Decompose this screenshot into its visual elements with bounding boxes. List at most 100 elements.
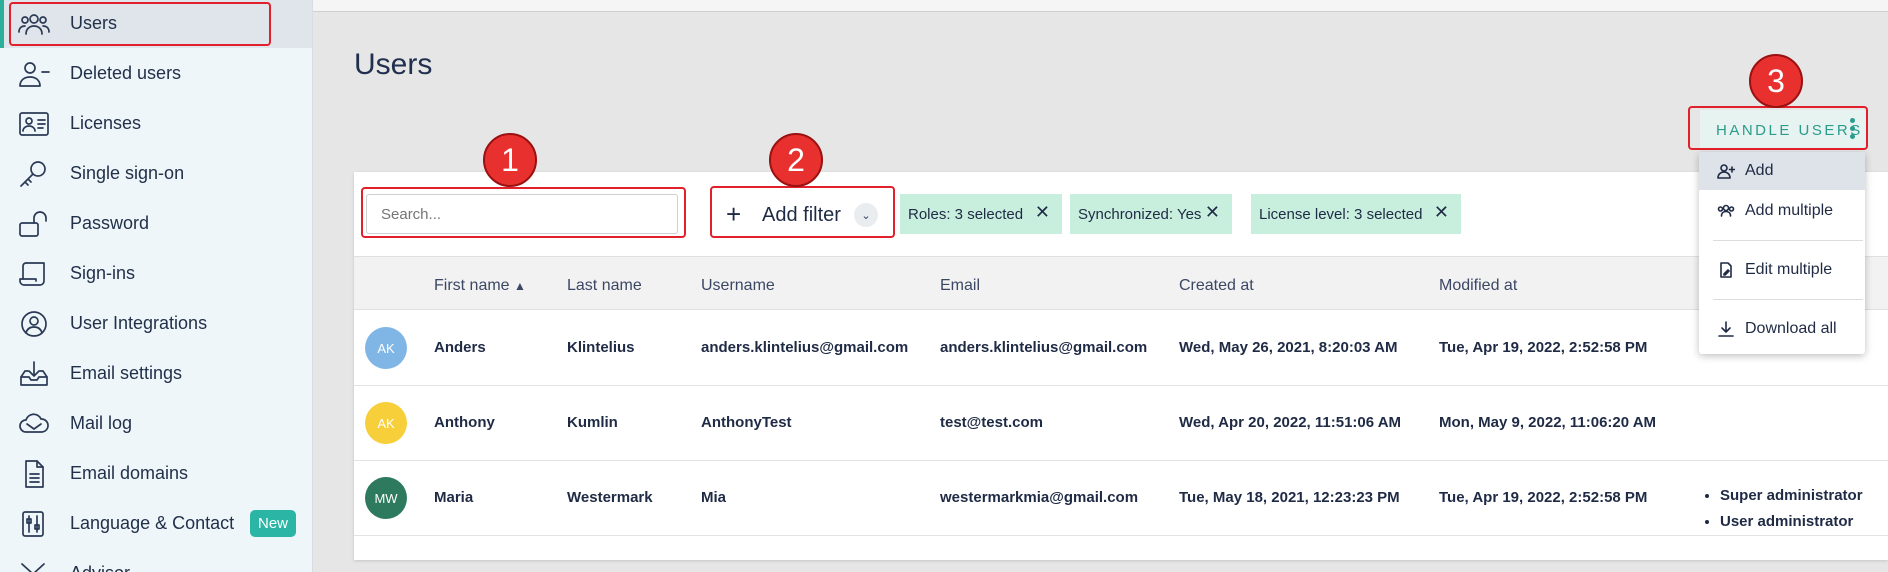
new-badge: New [250,510,297,537]
menu-item-label: Add multiple [1745,202,1834,219]
sidebar-item-advisor[interactable]: Advisor [0,550,312,572]
cell-last-name: Westermark [567,489,653,506]
download-icon [1717,321,1735,337]
filter-chip-label: Synchronized: Yes [1078,205,1202,223]
column-header-email[interactable]: Email [940,277,980,295]
sidebar-item-label: User Integrations [70,313,208,333]
menu-item-add[interactable]: Add [1699,152,1865,190]
cell-email: anders.klintelius@gmail.com [940,339,1148,356]
sidebar-item-label: Deleted users [70,63,182,83]
cell-username: AnthonyTest [701,414,792,431]
sort-ascending-icon: ▲ [514,279,526,293]
menu-item-label: Edit multiple [1745,261,1833,278]
filter-chip-roles[interactable]: Roles: 3 selected ✕ [900,194,1062,234]
sidebar-item-label: Password [70,213,150,233]
avatar: AK [365,402,407,444]
top-bar [313,0,1888,12]
cell-username: anders.klintelius@gmail.com [701,339,909,356]
key-icon [18,160,50,188]
sidebar-item-label: Advisor [70,563,130,572]
role-item: Super administrator [1720,487,1863,504]
scroll-icon [18,260,50,288]
cell-first-name: Anthony [434,414,495,431]
handle-users-menu: Add Add multiple Edit multiple Download … [1699,152,1865,354]
cell-modified-at: Mon, May 9, 2022, 11:06:20 AM [1439,414,1657,431]
menu-item-label: Download all [1745,320,1837,337]
page-title: Users [354,48,433,81]
menu-item-add-multiple[interactable]: Add multiple [1699,192,1865,230]
inbox-download-icon [18,360,50,388]
cell-created-at: Wed, Apr 20, 2022, 11:51:06 AM [1179,414,1402,431]
cell-last-name: Kumlin [567,414,618,431]
column-header-last-name[interactable]: Last name [567,277,642,295]
sidebar-item-label: Mail log [70,413,133,433]
sidebar-item-email-settings[interactable]: Email settings [0,350,312,398]
sidebar-item-password[interactable]: Password [0,200,312,248]
sidebar-item-language-contact[interactable]: Language & Contact New [0,500,312,548]
cell-last-name: Klintelius [567,339,635,356]
sidebar-item-label: Sign-ins [70,263,136,283]
column-header-first-name[interactable]: First name ▲ [434,277,526,295]
column-header-created-at[interactable]: Created at [1179,277,1254,295]
table-row[interactable]: MW Maria Westermark Mia westermarkmia@gm… [354,461,1888,536]
cell-modified-at: Tue, Apr 19, 2022, 2:52:58 PM [1439,339,1648,356]
table-header: First name ▲ Last name Username Email Cr… [354,256,1888,310]
document-icon [18,460,50,488]
user-circle-icon [18,310,50,338]
cell-email: westermarkmia@gmail.com [940,489,1139,506]
sidebar-item-deleted-users[interactable]: Deleted users [0,50,312,98]
annotation-box-users [9,2,271,46]
cell-created-at: Wed, May 26, 2021, 8:20:03 AM [1179,339,1398,356]
column-header-username[interactable]: Username [701,277,775,295]
filter-chip-label: License level: 3 selected [1259,205,1423,223]
annotation-box-add-filter [710,186,895,238]
avatar: AK [365,327,407,369]
table-row[interactable]: AK Anders Klintelius anders.klintelius@g… [354,311,1888,386]
role-item: User administrator [1720,513,1863,530]
sidebar-item-label: Email domains [70,463,189,483]
filter-chip-license-level[interactable]: License level: 3 selected ✕ [1251,194,1461,234]
user-add-icon [1717,163,1736,179]
mail-cloud-icon [18,410,50,438]
avatar: MW [365,477,407,519]
sidebar: Users Deleted users Licenses Single sign… [0,0,313,572]
cell-username: Mia [701,489,727,506]
menu-divider [1713,299,1863,300]
menu-divider [1713,240,1863,241]
annotation-marker-3: 3 [1749,54,1803,108]
annotation-marker-2: 2 [769,133,823,187]
cell-first-name: Anders [434,339,486,356]
sidebar-item-sign-ins[interactable]: Sign-ins [0,250,312,298]
settings-sliders-icon [18,510,50,538]
sidebar-item-licenses[interactable]: Licenses [0,100,312,148]
unlock-icon [18,210,50,238]
close-icon[interactable]: ✕ [1035,202,1050,223]
sidebar-item-single-sign-on[interactable]: Single sign-on [0,150,312,198]
sidebar-item-label: Licenses [70,113,142,133]
advisor-icon [18,560,50,572]
user-minus-icon [18,60,50,88]
roles-list: Super administrator User administrator [1702,487,1863,539]
sidebar-item-mail-log[interactable]: Mail log [0,400,312,448]
annotation-marker-1: 1 [483,133,537,187]
column-header-modified-at[interactable]: Modified at [1439,277,1517,295]
filter-chip-label: Roles: 3 selected [908,205,1024,223]
sidebar-item-email-domains[interactable]: Email domains [0,450,312,498]
table-row[interactable]: AK Anthony Kumlin AnthonyTest test@test.… [354,386,1888,461]
filter-chip-synchronized[interactable]: Synchronized: Yes ✕ [1070,194,1232,234]
sidebar-item-user-integrations[interactable]: User Integrations [0,300,312,348]
menu-item-download-all[interactable]: Download all [1699,310,1865,348]
id-card-icon [18,110,50,138]
sidebar-item-label: Email settings [70,363,183,383]
users-add-icon [1717,203,1735,219]
sidebar-item-label: Single sign-on [70,163,185,183]
sidebar-item-label: Language & Contact [70,513,235,533]
cell-first-name: Maria [434,489,474,506]
close-icon[interactable]: ✕ [1205,202,1220,223]
cell-email: test@test.com [940,414,1043,431]
menu-item-edit-multiple[interactable]: Edit multiple [1699,251,1865,289]
cell-created-at: Tue, May 18, 2021, 12:23:23 PM [1179,489,1400,506]
edit-document-icon [1717,262,1735,278]
close-icon[interactable]: ✕ [1434,202,1449,223]
menu-item-label: Add [1745,162,1774,179]
